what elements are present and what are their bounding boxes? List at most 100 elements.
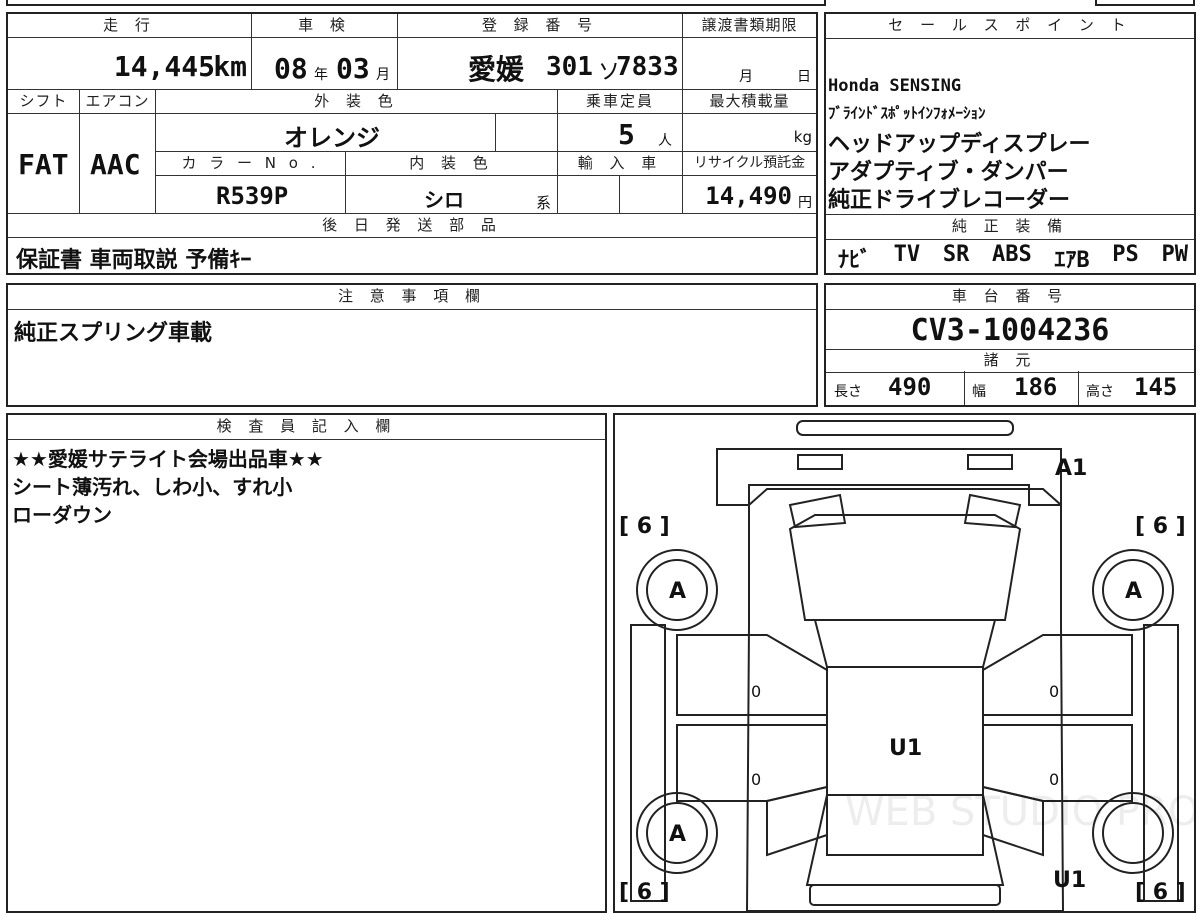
color-number-value: R539P: [216, 182, 289, 210]
registration-cell: 愛媛 301 ソ 7833: [398, 38, 683, 90]
door-front-right: [982, 634, 1133, 716]
watermark: WEB STUDIO PRO: [845, 789, 1194, 835]
length-value: 490: [888, 373, 932, 401]
inspector-header: 検 査 員 記 入 欄: [8, 415, 605, 440]
mark-wheel-rear-left: A: [669, 822, 686, 847]
later-shipment-items: 保証書 車両取説 予備ｷｰ: [16, 248, 252, 273]
door-rear-right-mark: 0: [1049, 770, 1059, 789]
inspection-year: 08: [274, 52, 308, 85]
equipment-abs: ABS: [991, 242, 1032, 267]
mark-rear: U1: [1053, 868, 1086, 893]
windshield: [788, 514, 1022, 621]
specs-length-cell: 長さ 490: [826, 371, 965, 405]
notes-box: 注 意 事 項 欄 純正スプリング車載: [6, 283, 818, 407]
sales-points-header: セ ー ル ス ポ イ ン ト: [826, 14, 1194, 39]
color-number-cell: R539P: [156, 176, 346, 214]
max-load-unit: kg: [793, 128, 812, 146]
top-remnant-strip: [6, 0, 826, 6]
front-panel-outline: [716, 448, 1062, 506]
door-front-right-mark: 0: [1049, 682, 1059, 701]
registration-number: 7833: [616, 52, 679, 82]
headlight-left: [797, 454, 843, 470]
exterior-color-value: オレンジ: [284, 124, 380, 152]
roof-panel: [813, 619, 997, 668]
inspection-month: 03: [336, 52, 370, 85]
import-cell-b: [620, 176, 683, 214]
door-rear-left: [676, 724, 828, 802]
shift-header: シフト: [8, 90, 80, 114]
sales-points-box: セ ー ル ス ポ イ ン ト Honda SENSING ﾌﾞﾗｲﾝﾄﾞｽﾎﾟ…: [824, 12, 1196, 275]
registration-class: 301: [546, 52, 593, 82]
equipment-pw: PW: [1161, 242, 1188, 267]
registration-header: 登 録 番 号: [398, 14, 683, 38]
inspector-line-2: シート薄汚れ、しわ小、すれ小: [12, 475, 293, 499]
chassis-header: 車 台 番 号: [826, 285, 1194, 310]
recycle-fee-unit: 円: [798, 195, 812, 211]
info-table: 走 行 車 検 登 録 番 号 譲渡書類期限 14,445 km 08 年 03…: [6, 12, 818, 275]
inspection-year-unit: 年: [314, 67, 328, 83]
headlight-right: [967, 454, 1013, 470]
front-glass-right: [963, 493, 1022, 529]
height-value: 145: [1134, 373, 1178, 401]
equipment-header: 純 正 装 備: [826, 214, 1194, 240]
capacity-value: 5: [618, 118, 635, 151]
inspection-cell: 08 年 03 月: [252, 38, 398, 90]
specs-width-cell: 幅 186: [964, 371, 1079, 405]
shift-value: FAT: [18, 148, 69, 181]
sales-point-5: 純正ドライブレコーダー: [828, 188, 1071, 213]
aircon-header: エアコン: [80, 90, 156, 114]
shift-cell: FAT: [8, 114, 80, 214]
equipment-tv: TV: [893, 242, 921, 267]
import-cell-a: [558, 176, 620, 214]
tire-bottom-left: [ 6 ]: [619, 880, 670, 905]
transfer-day-unit: 日: [797, 69, 811, 85]
condition-diagram-box: [ 6 ] [ 6 ] [ 6 ] [ 6 ] A1 A A A U1 U1 0…: [613, 413, 1196, 913]
mileage-value: 14,445: [113, 50, 215, 83]
max-load-header: 最大積載量: [683, 90, 816, 114]
chassis-number: CV3-1004236: [910, 313, 1110, 348]
inspector-line-3: ローダウン: [12, 503, 112, 527]
notes-header: 注 意 事 項 欄: [8, 285, 816, 310]
import-header: 輸 入 車: [558, 152, 683, 176]
door-front-left: [676, 634, 828, 716]
tire-top-right: [ 6 ]: [1135, 514, 1186, 539]
registration-region: 愛媛: [468, 53, 525, 86]
recycle-fee-header: リサイクル預託金: [683, 152, 816, 176]
color-number-header: カ ラ ー N o .: [156, 152, 346, 176]
front-bumper-outline: [796, 420, 1014, 436]
interior-color-value: シロ: [424, 188, 464, 212]
exterior-color-extra: [496, 114, 558, 152]
equipment-list: ﾅﾋﾞ TV SR ABS ｴｱB PS PW: [838, 242, 1188, 274]
door-rear-left-mark: 0: [751, 770, 761, 789]
sales-point-1: Honda SENSING: [828, 76, 962, 96]
equipment-airbag: ｴｱB: [1054, 248, 1090, 273]
exterior-color-cell: オレンジ: [156, 114, 496, 152]
specs-header: 諸 元: [826, 349, 1194, 373]
exterior-color-header: 外 装 色: [156, 90, 558, 114]
inspection-month-unit: 月: [376, 67, 390, 83]
transfer-month-unit: 月: [739, 69, 753, 85]
top-remnant-right: [1095, 0, 1195, 6]
mark-front: A1: [1055, 456, 1087, 481]
max-load-cell: kg: [683, 114, 816, 152]
tire-bottom-right: [ 6 ]: [1135, 880, 1186, 905]
car-diagram: [ 6 ] [ 6 ] [ 6 ] [ 6 ] A1 A A A U1 U1 0…: [619, 420, 1194, 911]
sales-point-2: ﾌﾞﾗｲﾝﾄﾞｽﾎﾟｯﾄｲﾝﾌｫﾒｰｼｮﾝ: [828, 104, 986, 122]
equipment-sunroof: SR: [942, 242, 970, 267]
notes-text: 純正スプリング車載: [14, 321, 213, 346]
tire-top-left: [ 6 ]: [619, 514, 670, 539]
mileage-unit: km: [213, 50, 247, 83]
inspector-box: 検 査 員 記 入 欄 ★★愛媛サテライト会場出品車★★ シート薄汚れ、しわ小、…: [6, 413, 607, 913]
mark-wheel-front-left: A: [669, 579, 686, 604]
width-value: 186: [1014, 373, 1058, 401]
capacity-cell: 5 人: [558, 114, 683, 152]
rear-bumper-outline: [809, 884, 1001, 906]
right-side-panel: [1143, 624, 1179, 902]
mark-roof: U1: [889, 736, 922, 761]
capacity-unit: 人: [658, 133, 672, 149]
equipment-navi: ﾅﾋﾞ: [838, 248, 872, 273]
aircon-value: AAC: [90, 148, 141, 181]
front-glass-left: [788, 493, 847, 529]
chassis-box: 車 台 番 号 CV3-1004236 諸 元 長さ 490 幅 186 高さ …: [824, 283, 1196, 407]
door-front-left-mark: 0: [751, 682, 761, 701]
